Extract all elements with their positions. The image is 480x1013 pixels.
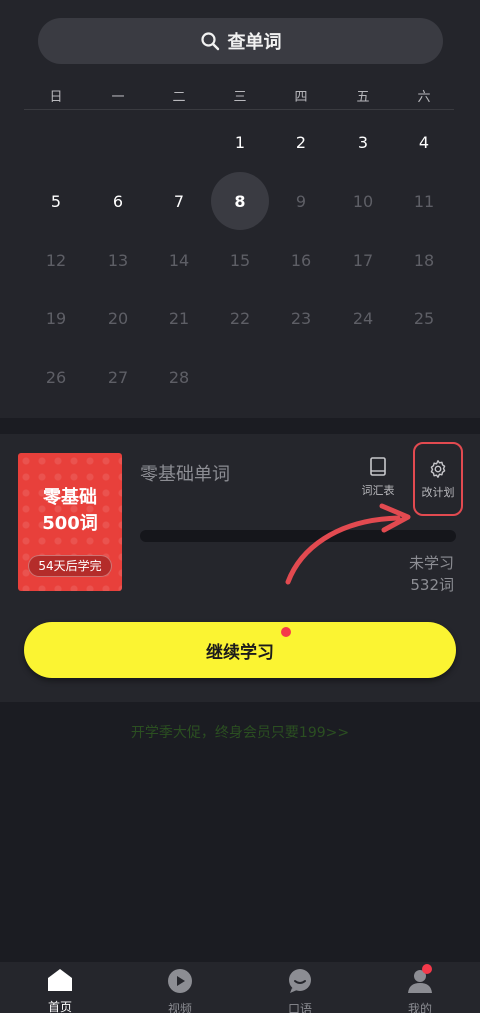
gear-icon (430, 460, 446, 478)
calendar-day[interactable]: 10 (334, 172, 392, 230)
tab-mine[interactable]: 我的 (360, 962, 480, 1013)
book-finish-tag: 54天后学完 (28, 555, 112, 577)
tab-speaking[interactable]: 口语 (240, 962, 360, 1013)
notification-dot (281, 627, 291, 637)
calendar-day[interactable]: 12 (27, 231, 85, 289)
search-label: 查单词 (227, 32, 282, 53)
calendar-panel: 查单词 日一二三四五六 1 2 3 4 5 6 7 8 9 10 11 12 13 14 15 16 17 18 1… (0, 0, 480, 418)
tab-speaking-label: 口语 (287, 1002, 312, 1013)
chat-icon (289, 969, 311, 993)
plan-title: 零基础单词 (140, 464, 230, 485)
calendar-day[interactable]: 20 (89, 289, 147, 347)
continue-learning-label: 继续学习 (206, 642, 274, 663)
profile-badge (422, 964, 432, 974)
calendar-day[interactable]: 15 (211, 231, 269, 289)
calendar-day[interactable]: 23 (272, 289, 330, 347)
weekday-label: 三 (233, 90, 247, 105)
calendar-day[interactable]: 5 (27, 172, 85, 230)
calendar-day[interactable]: 28 (150, 348, 208, 406)
calendar-day[interactable]: 4 (395, 113, 453, 171)
book-title-line2: 500词 (42, 513, 98, 534)
tab-mine-label: 我的 (407, 1002, 432, 1013)
change-plan-button[interactable]: 改计划 (413, 442, 463, 516)
tab-home[interactable]: 首页 (0, 962, 120, 1013)
calendar-day[interactable]: 7 (150, 172, 208, 230)
calendar-day[interactable]: 26 (27, 348, 85, 406)
calendar-day[interactable]: 21 (150, 289, 208, 347)
tab-video-label: 视频 (167, 1002, 192, 1013)
weekday-label: 日 (49, 90, 63, 105)
weekday-label: 四 (294, 90, 308, 105)
calendar-day-today[interactable]: 8 (211, 172, 269, 230)
calendar-day[interactable]: 24 (334, 289, 392, 347)
calendar-day[interactable]: 27 (89, 348, 147, 406)
vocab-list-button[interactable]: 词汇表 (356, 456, 400, 498)
search-bar[interactable]: 查单词 (38, 18, 443, 64)
calendar-day[interactable]: 22 (211, 289, 269, 347)
calendar-day[interactable]: 1 (211, 113, 269, 171)
calendar-day[interactable]: 18 (395, 231, 453, 289)
tab-home-label: 首页 (47, 1000, 72, 1013)
calendar-day[interactable]: 17 (334, 231, 392, 289)
weekday-label: 一 (111, 90, 125, 105)
calendar-day[interactable]: 3 (334, 113, 392, 171)
book-cover[interactable]: 零基础 500词 54天后学完 (18, 453, 122, 591)
change-plan-label: 改计划 (421, 486, 455, 499)
weekday-label: 六 (417, 90, 431, 105)
bottom-tab-bar: 首页 视频 口语 我的 (0, 962, 480, 1013)
calendar-day[interactable]: 16 (272, 231, 330, 289)
calendar-day[interactable]: 14 (150, 231, 208, 289)
book-title-line1: 零基础 (43, 487, 97, 508)
home-icon (48, 969, 72, 991)
calendar-day[interactable]: 11 (395, 172, 453, 230)
calendar-day[interactable]: 25 (395, 289, 453, 347)
book-icon (370, 457, 386, 476)
play-icon (168, 969, 192, 993)
calendar-day[interactable]: 2 (272, 113, 330, 171)
promo-link[interactable]: 开学季大促，终身会员只要199>> (0, 722, 480, 742)
calendar-day[interactable]: 9 (272, 172, 330, 230)
calendar-day[interactable]: 6 (89, 172, 147, 230)
weekday-label: 二 (172, 90, 186, 105)
vocab-list-label: 词汇表 (361, 484, 395, 497)
continue-learning-button[interactable]: 继续学习 (24, 622, 456, 678)
annotation-arrow (285, 503, 411, 585)
calendar-day[interactable]: 19 (27, 289, 85, 347)
weekday-divider (24, 109, 454, 110)
search-icon (200, 32, 219, 51)
weekday-label: 五 (356, 90, 370, 105)
tab-video[interactable]: 视频 (120, 962, 240, 1013)
calendar-day[interactable]: 13 (89, 231, 147, 289)
